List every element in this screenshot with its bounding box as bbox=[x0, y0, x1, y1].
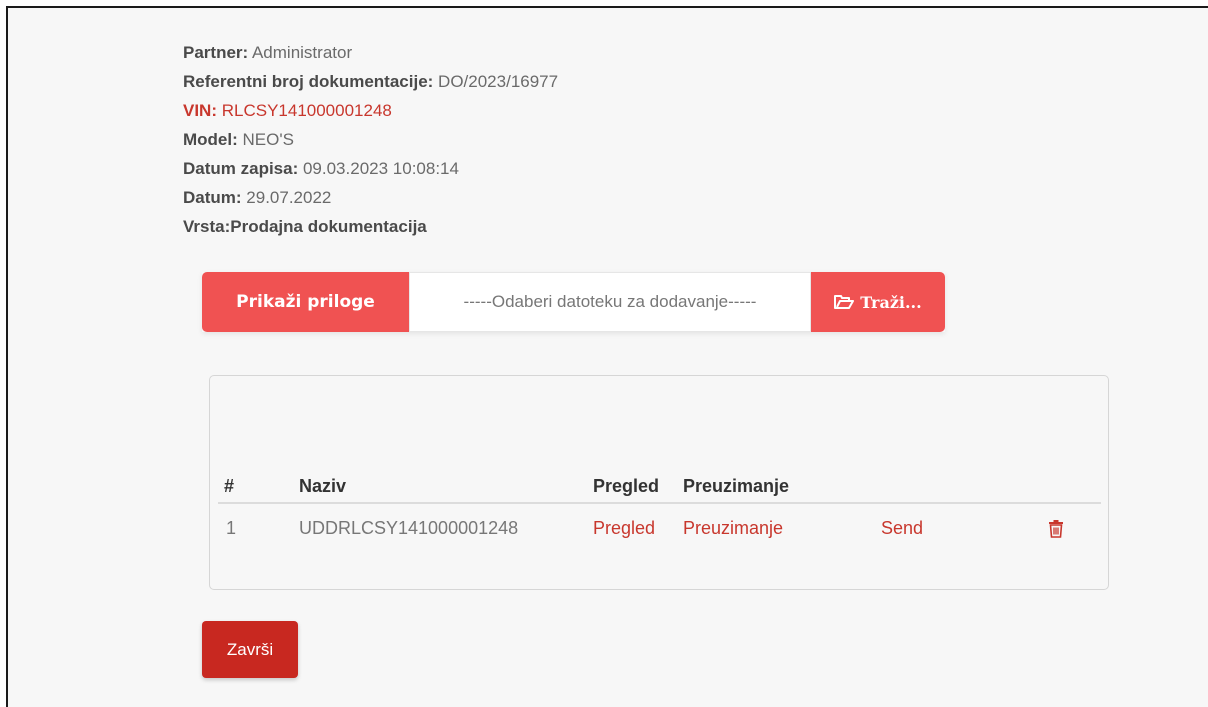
row-filename: UDDRLCSY141000001248 bbox=[299, 518, 519, 538]
document-details: Partner: Administrator Referentni broj d… bbox=[183, 38, 558, 241]
table-row: 1 UDDRLCSY141000001248 Pregled Preuziman… bbox=[218, 510, 1101, 546]
trash-icon[interactable] bbox=[1048, 520, 1064, 538]
record-date-value: 09.03.2023 10:08:14 bbox=[298, 159, 459, 178]
preview-link[interactable]: Pregled bbox=[593, 510, 655, 546]
reference-row: Referentni broj dokumentacije: DO/2023/1… bbox=[183, 67, 558, 96]
model-label: Model: bbox=[183, 130, 238, 149]
download-link[interactable]: Preuzimanje bbox=[683, 510, 783, 546]
record-date-label: Datum zapisa: bbox=[183, 159, 299, 178]
type-row: Vrsta:Prodajna dokumentacija bbox=[183, 212, 558, 241]
type-value: Prodajna dokumentacija bbox=[230, 217, 427, 236]
model-row: Model: NEO'S bbox=[183, 125, 558, 154]
vin-row: VIN: RLCSY141000001248 bbox=[183, 96, 558, 125]
attachments-panel: # Naziv Pregled Preuzimanje 1 UDDRLCSY14… bbox=[209, 375, 1109, 590]
page-frame: Partner: Administrator Referentni broj d… bbox=[6, 6, 1208, 707]
browse-button-label: Traži... bbox=[860, 292, 922, 312]
type-label: Vrsta: bbox=[183, 217, 231, 236]
reference-value: DO/2023/16977 bbox=[433, 72, 559, 91]
column-preview: Pregled bbox=[593, 476, 660, 496]
date-label: Datum: bbox=[183, 188, 242, 207]
date-row: Datum: 29.07.2022 bbox=[183, 183, 558, 212]
partner-label: Partner: bbox=[183, 43, 249, 62]
column-download: Preuzimanje bbox=[683, 476, 790, 496]
file-input[interactable]: -----Odaberi datoteku za dodavanje----- bbox=[409, 272, 811, 332]
table-header: # Naziv Pregled Preuzimanje bbox=[218, 468, 1101, 504]
model-value: NEO'S bbox=[237, 130, 294, 149]
finish-button[interactable]: Završi bbox=[202, 621, 298, 678]
column-index: # bbox=[224, 476, 235, 496]
show-attachments-button[interactable]: Prikaži priloge bbox=[202, 272, 409, 332]
file-input-placeholder: -----Odaberi datoteku za dodavanje----- bbox=[463, 292, 757, 311]
row-index: 1 bbox=[226, 518, 237, 538]
upload-group: Prikaži priloge -----Odaberi datoteku za… bbox=[202, 272, 945, 332]
record-date-row: Datum zapisa: 09.03.2023 10:08:14 bbox=[183, 154, 558, 183]
partner-value: Administrator bbox=[248, 43, 353, 62]
column-name: Naziv bbox=[299, 476, 347, 496]
reference-label: Referentni broj dokumentacije: bbox=[183, 72, 434, 91]
send-link[interactable]: Send bbox=[881, 510, 923, 546]
date-value: 29.07.2022 bbox=[241, 188, 332, 207]
browse-button[interactable]: Traži... bbox=[811, 272, 945, 332]
vin-label: VIN: bbox=[183, 101, 217, 120]
vin-value: RLCSY141000001248 bbox=[217, 101, 392, 120]
folder-open-icon bbox=[834, 295, 855, 309]
partner-row: Partner: Administrator bbox=[183, 38, 558, 67]
